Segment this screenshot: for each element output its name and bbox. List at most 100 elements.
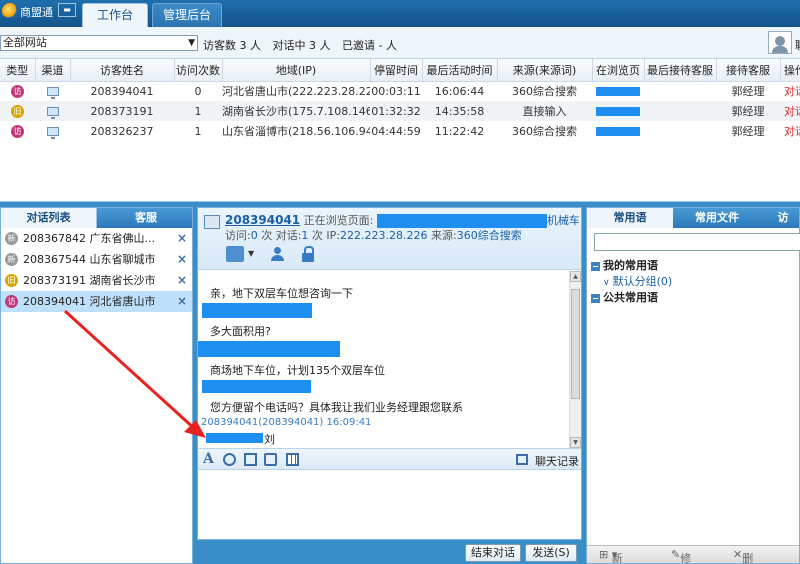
user-avatar-icon[interactable] xyxy=(768,31,792,54)
chat-header: 208394041 正在浏览页面: 机械车位... 访问:0 次 对话:1 次 … xyxy=(198,208,581,270)
redacted-message xyxy=(206,433,263,443)
chat-action-bar: 结束对话 发送(S) xyxy=(193,540,586,564)
list-item[interactable]: 访 208394041 河北省唐山市 × xyxy=(1,291,192,312)
new-visitor-icon: 新 xyxy=(5,232,18,245)
visitor-id-link[interactable]: 208394041 xyxy=(225,213,300,227)
message-input[interactable] xyxy=(198,470,581,539)
chat-item-id: 208367544 xyxy=(23,253,86,266)
table-row[interactable]: 访 208394041 0 河北省唐山市(222.223.28.226) 00:… xyxy=(0,81,800,101)
col-channel[interactable]: 渠道 xyxy=(35,59,71,82)
agent-name: 郭经理 xyxy=(731,125,765,138)
tree-group-public[interactable]: 公共常用语 xyxy=(591,290,672,306)
redacted-sender xyxy=(202,303,312,318)
list-item[interactable]: 旧 208373191 湖南省长沙市 × xyxy=(1,270,192,291)
app-menu-button[interactable]: ▬ xyxy=(58,3,76,17)
close-icon[interactable]: × xyxy=(177,270,187,291)
tab-common-phrases[interactable]: 常用语 xyxy=(587,208,673,228)
send-button[interactable]: 发送(S) xyxy=(525,544,577,562)
scroll-up-icon[interactable]: ▲ xyxy=(570,271,581,282)
phrase-search-input[interactable] xyxy=(594,233,800,251)
visitor-region: 湖南省长沙市(175.7.108.146) xyxy=(222,101,370,121)
visitor-last-active: 16:06:44 xyxy=(434,84,485,98)
site-select[interactable]: 全部网站 ▼ xyxy=(0,35,198,51)
col-last-active[interactable]: 最后活动时间 xyxy=(422,59,498,82)
close-icon[interactable]: × xyxy=(177,228,187,249)
end-chat-button[interactable]: 结束对话 xyxy=(465,544,521,562)
col-stay[interactable]: 停留时间 xyxy=(370,59,423,82)
scroll-down-icon[interactable]: ▼ xyxy=(570,437,581,448)
toolbar: 全部网站 ▼ 访客数 3 人 对话中 3 人 已邀请 - 人 聊 xyxy=(0,27,800,59)
app-name: 商盟通 xyxy=(20,6,53,19)
chat-action-link[interactable]: 对话 xyxy=(784,105,800,118)
redacted-sender xyxy=(198,341,340,357)
tab-visitor[interactable]: 访 xyxy=(763,208,800,228)
chevron-down-icon[interactable]: ▼ xyxy=(248,246,256,262)
tab-workbench[interactable]: 工作台 xyxy=(82,3,148,27)
browsing-label: 正在浏览页面: xyxy=(303,214,374,227)
col-last-agent[interactable]: 最后接待客服 xyxy=(644,59,717,82)
message-text: 亲，地下双层车位想咨询一下 xyxy=(210,287,353,300)
message-scrollbar[interactable]: ▲ ▼ xyxy=(569,271,581,448)
last-agent xyxy=(644,101,716,121)
tab-agents[interactable]: 客服 xyxy=(98,208,194,228)
col-name[interactable]: 访客姓名 xyxy=(70,59,175,82)
visitor-type-icon: 访 xyxy=(11,125,24,138)
col-browsing[interactable]: 在浏览页 xyxy=(592,59,645,82)
transfer-user-icon[interactable] xyxy=(270,246,288,262)
browsing-url-tail[interactable]: 机械车位... xyxy=(547,214,579,227)
chat-history-icon[interactable] xyxy=(516,454,528,465)
col-action[interactable]: 操作 xyxy=(780,59,800,82)
collapse-icon[interactable] xyxy=(591,261,600,271)
table-row[interactable]: 访 208326237 1 山东省淄博市(218.56.106.94) 04:4… xyxy=(0,121,800,141)
site-select-value: 全部网站 xyxy=(3,36,47,49)
phrases-panel: 常用语 常用文件 访 我的常用语 ∨默认分组(0) 公共常用语 ⊞ 新增▾ ✎ … xyxy=(586,207,800,564)
last-agent xyxy=(644,81,716,101)
visitor-last-active: 11:22:42 xyxy=(434,124,485,138)
font-icon[interactable]: A xyxy=(203,452,216,466)
agent-name: 郭经理 xyxy=(716,101,780,121)
scroll-thumb[interactable] xyxy=(571,289,580,399)
tree-group-my[interactable]: 我的常用语 xyxy=(591,258,672,274)
visitor-source: 360综合搜索 xyxy=(512,125,577,138)
table-row[interactable]: 旧 208373191 1 湖南省长沙市(175.7.108.146) 01:3… xyxy=(0,101,800,121)
collapse-icon[interactable] xyxy=(591,293,600,303)
list-item[interactable]: 新 208367842 广东省佛山... × xyxy=(1,228,192,249)
tab-chat-list[interactable]: 对话列表 xyxy=(1,208,97,228)
edit-phrase-button[interactable]: ✎ 修改 xyxy=(671,548,691,564)
col-visits[interactable]: 访问次数 xyxy=(174,59,223,82)
delete-phrase-button[interactable]: ✕ 删除 xyxy=(733,548,753,564)
chat-item-region: 广东省佛山... xyxy=(89,232,156,245)
list-item[interactable]: 新 208367544 山东省聊城市 × xyxy=(1,249,192,270)
message-list: 亲，地下双层车位想咨询一下 多大面积用? 商场地下车位，计划135个双层车位 您… xyxy=(198,271,570,448)
chat-action-link[interactable]: 对话 xyxy=(784,125,800,138)
emoji-icon[interactable] xyxy=(223,453,236,466)
keyboard-icon[interactable] xyxy=(286,453,299,466)
close-icon[interactable]: × xyxy=(177,249,187,270)
folder-icon[interactable] xyxy=(226,246,244,262)
last-agent xyxy=(644,121,716,141)
message-text: 商场地下车位，计划135个双层车位 xyxy=(210,364,385,377)
tab-common-files[interactable]: 常用文件 xyxy=(675,208,759,228)
col-type[interactable]: 类型 xyxy=(0,59,36,82)
add-phrase-button[interactable]: ⊞ 新增▾ xyxy=(599,548,623,564)
redacted-page xyxy=(596,107,640,116)
chat-history-button[interactable]: 聊天记录 xyxy=(535,453,579,469)
visitor-type-icon: 访 xyxy=(5,295,18,308)
tree-item-default[interactable]: ∨ 默认分组(0) xyxy=(591,274,672,290)
input-toolbar: A 聊天记录 xyxy=(198,448,581,470)
close-icon[interactable]: × xyxy=(177,291,187,312)
col-region[interactable]: 地域(IP) xyxy=(222,59,371,82)
col-agent[interactable]: 接待客服 xyxy=(716,59,781,82)
chat-item-id: 208394041 xyxy=(23,295,86,308)
chat-list-panel: 对话列表 客服 新 208367842 广东省佛山... × 新 2083675… xyxy=(0,207,193,564)
col-source[interactable]: 来源(来源词) xyxy=(497,59,593,82)
lock-icon[interactable] xyxy=(300,246,318,262)
image-icon[interactable] xyxy=(264,453,277,466)
visitor-source: 直接输入 xyxy=(497,101,592,121)
tab-admin[interactable]: 管理后台 xyxy=(152,3,222,27)
monitor-icon xyxy=(46,107,59,119)
visitor-visits: 1 xyxy=(174,101,222,121)
chat-action-link[interactable]: 对话 xyxy=(784,85,800,98)
screenshot-icon[interactable] xyxy=(244,453,257,466)
agent-name: 郭经理 xyxy=(731,85,765,99)
